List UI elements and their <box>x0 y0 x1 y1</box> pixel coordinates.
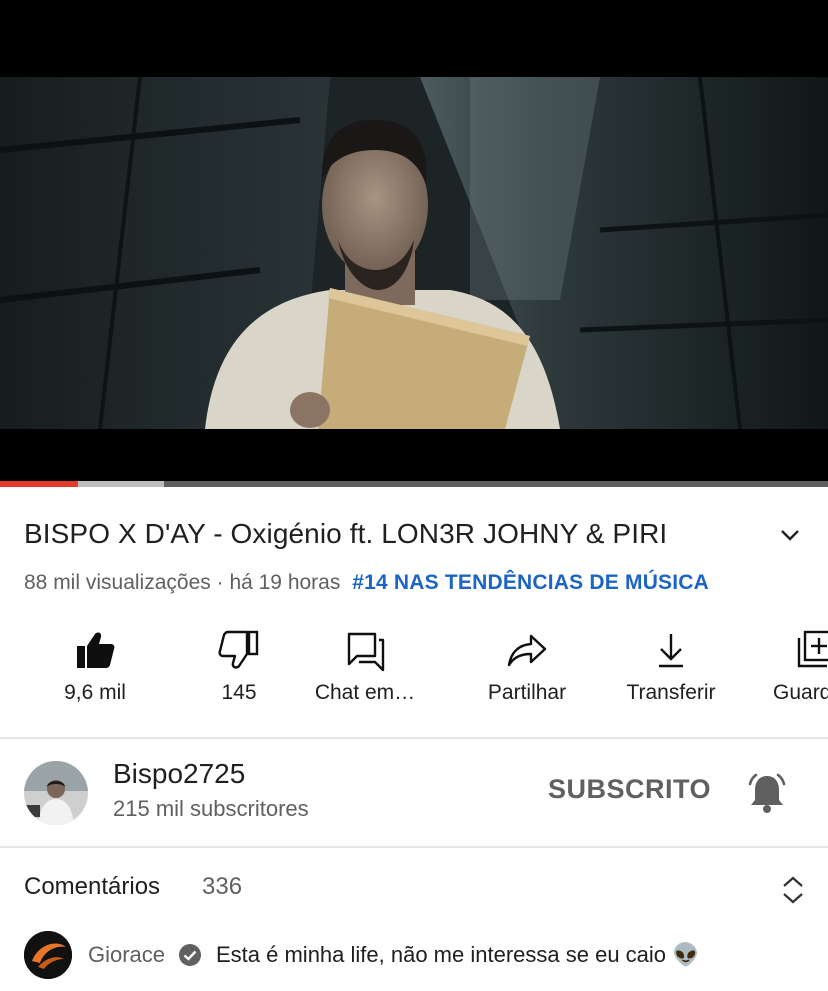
video-title: BISPO X D'AY - Oxigénio ft. LON3R JOHNY … <box>24 518 668 549</box>
channel-avatar[interactable] <box>24 761 88 825</box>
view-count: 88 mil visualizações <box>24 571 211 594</box>
channel-row[interactable]: Bispo2725 215 mil subscritores SUBSCRITO <box>0 740 828 846</box>
action-bar: 9,6 mil 145 Chat em… Partilhar Transferi… <box>0 624 828 720</box>
chat-icon <box>347 632 385 672</box>
chat-button[interactable]: Chat em… <box>290 624 440 720</box>
comments-title: Comentários <box>24 873 161 900</box>
channel-name[interactable]: Bispo2725 <box>113 758 245 790</box>
save-label: Guardar <box>773 681 828 704</box>
share-label: Partilhar <box>487 681 567 704</box>
verified-check-icon <box>179 944 201 966</box>
subscribed-button[interactable]: SUBSCRITO <box>548 774 711 805</box>
like-count: 9,6 mil <box>64 681 126 704</box>
comments-count: 336 <box>202 873 243 900</box>
video-player[interactable] <box>0 0 828 483</box>
chat-label: Chat em… <box>314 681 416 704</box>
comment-text: Esta é minha life, não me interessa se e… <box>216 942 700 967</box>
meta-separator: · <box>216 571 224 594</box>
comment-author[interactable]: Giorace <box>88 942 165 968</box>
share-button[interactable]: Partilhar <box>452 624 602 720</box>
download-icon <box>659 634 683 668</box>
save-icon <box>797 630 828 668</box>
thumbs-up-icon <box>77 632 115 668</box>
share-icon <box>507 634 547 667</box>
comment-author-avatar[interactable] <box>24 931 72 979</box>
trending-link[interactable]: #14 NAS TENDÊNCIAS DE MÚSICA <box>352 571 709 594</box>
subscriber-count: 215 mil subscritores <box>113 796 309 821</box>
thumbs-down-icon <box>218 630 259 669</box>
video-metadata: 88 mil visualizações · há 19 horas #14 N… <box>24 568 709 598</box>
like-button[interactable]: 9,6 mil <box>20 624 170 720</box>
video-title-row[interactable]: BISPO X D'AY - Oxigénio ft. LON3R JOHNY … <box>24 515 814 555</box>
comments-section[interactable]: Comentários 336 Giorace Esta é minha lif… <box>0 849 828 991</box>
upload-time: há 19 horas <box>229 571 341 594</box>
notification-bell-icon[interactable] <box>744 770 790 816</box>
divider <box>0 846 828 848</box>
divider <box>0 737 828 739</box>
video-progress-bar[interactable] <box>0 481 828 487</box>
chevron-down-icon[interactable] <box>778 523 802 547</box>
download-label: Transferir <box>626 681 716 704</box>
video-frame <box>0 0 828 483</box>
progress-played <box>0 481 78 487</box>
save-button[interactable]: Guardar <box>740 624 828 720</box>
expand-collapse-icon[interactable] <box>778 873 808 907</box>
download-button[interactable]: Transferir <box>596 624 746 720</box>
